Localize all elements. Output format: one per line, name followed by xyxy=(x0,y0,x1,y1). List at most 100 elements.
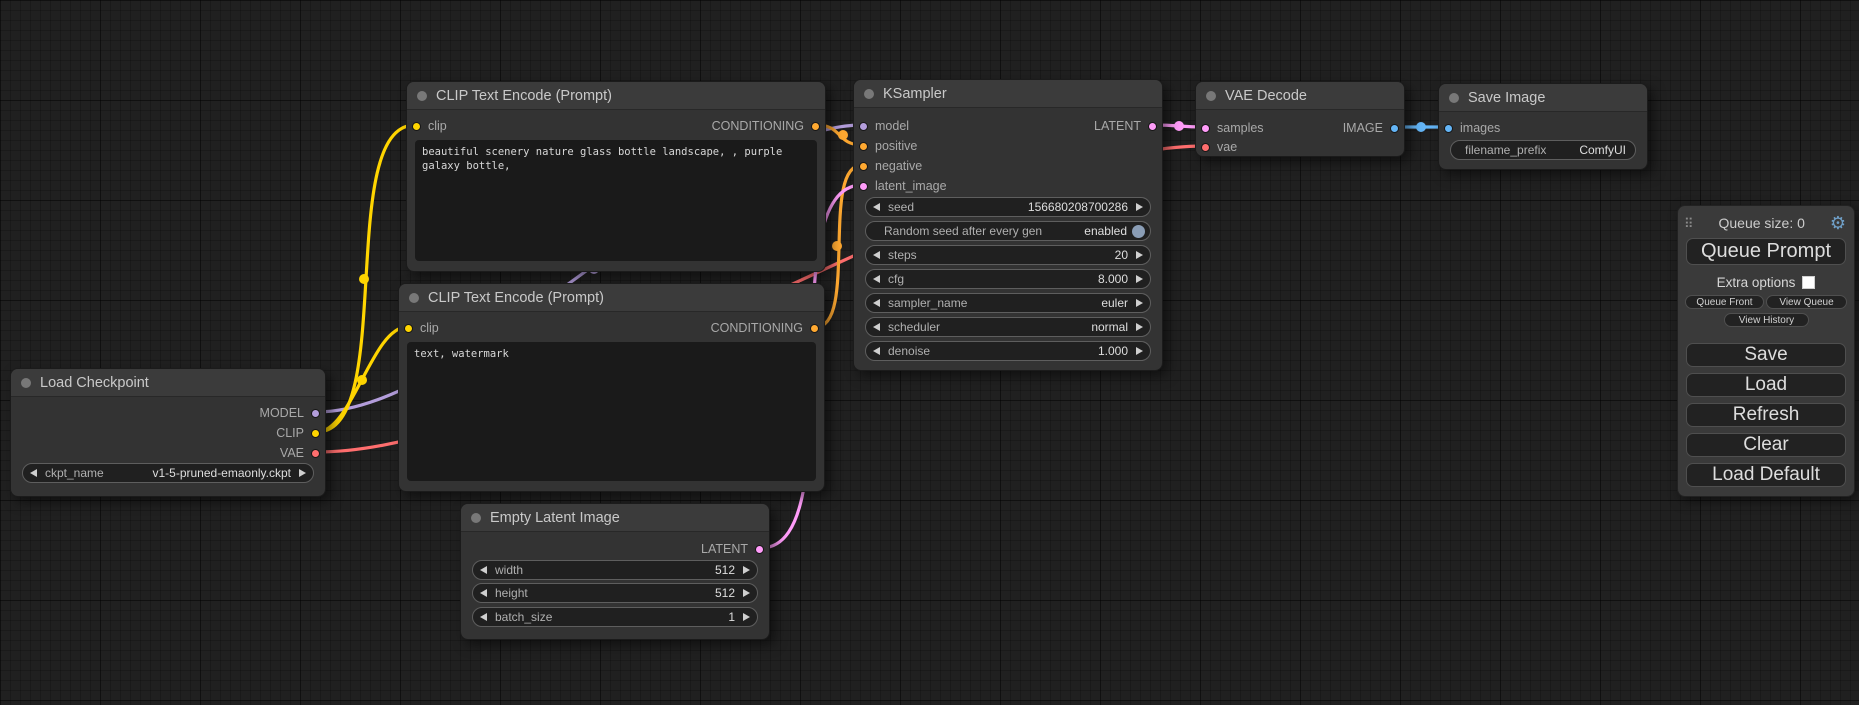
node-title-bar[interactable]: CLIP Text Encode (Prompt) xyxy=(399,284,824,312)
collapse-dot-icon[interactable] xyxy=(21,378,31,388)
node-empty-latent-image[interactable]: Empty Latent Image LATENT width 512 heig… xyxy=(460,503,770,640)
decrement-arrow-icon[interactable] xyxy=(873,275,880,283)
widget-value: 1 xyxy=(728,610,735,624)
node-clip-text-encode-negative[interactable]: CLIP Text Encode (Prompt) clip CONDITION… xyxy=(398,283,825,492)
output-port-conditioning[interactable] xyxy=(810,324,819,333)
view-queue-button[interactable]: View Queue xyxy=(1766,295,1847,309)
node-title-bar[interactable]: KSampler xyxy=(854,80,1162,108)
collapse-dot-icon[interactable] xyxy=(1449,93,1459,103)
link-midpoint-dot[interactable] xyxy=(359,274,369,284)
input-port-images[interactable] xyxy=(1444,124,1453,133)
node-title-bar[interactable]: VAE Decode xyxy=(1196,82,1404,110)
node-title: Empty Latent Image xyxy=(490,510,620,526)
output-port-model[interactable] xyxy=(311,409,320,418)
increment-arrow-icon[interactable] xyxy=(1136,203,1143,211)
scheduler-widget[interactable]: scheduler normal xyxy=(865,317,1151,337)
save-button[interactable]: Save xyxy=(1686,343,1846,367)
positive-prompt-textarea[interactable]: beautiful scenery nature glass bottle la… xyxy=(415,140,817,261)
input-port-negative[interactable] xyxy=(859,162,868,171)
output-port-clip[interactable] xyxy=(311,429,320,438)
decrement-arrow-icon[interactable] xyxy=(873,203,880,211)
node-title: Save Image xyxy=(1468,90,1545,106)
node-load-checkpoint[interactable]: Load Checkpoint MODEL CLIP VAE ckpt_name… xyxy=(10,368,326,497)
queue-prompt-button[interactable]: Queue Prompt xyxy=(1686,238,1846,265)
load-default-button[interactable]: Load Default xyxy=(1686,463,1846,487)
input-port-latent-image[interactable] xyxy=(859,182,868,191)
collapse-dot-icon[interactable] xyxy=(471,513,481,523)
decrement-arrow-icon[interactable] xyxy=(480,589,487,597)
input-port-samples[interactable] xyxy=(1201,124,1210,133)
random-seed-toggle-widget[interactable]: Random seed after every gen enabled xyxy=(865,221,1151,241)
output-port-conditioning[interactable] xyxy=(811,122,820,131)
input-port-clip[interactable] xyxy=(404,324,413,333)
output-port-vae[interactable] xyxy=(311,449,320,458)
node-title-bar[interactable]: Empty Latent Image xyxy=(461,504,769,532)
decrement-arrow-icon[interactable] xyxy=(873,299,880,307)
sampler-name-widget[interactable]: sampler_name euler xyxy=(865,293,1151,313)
decrement-arrow-icon[interactable] xyxy=(30,469,37,477)
extra-options-checkbox[interactable] xyxy=(1802,276,1815,289)
view-history-button[interactable]: View History xyxy=(1724,313,1809,327)
load-button[interactable]: Load xyxy=(1686,373,1846,397)
increment-arrow-icon[interactable] xyxy=(743,613,750,621)
output-port-latent[interactable] xyxy=(755,545,764,554)
increment-arrow-icon[interactable] xyxy=(299,469,306,477)
slot-label: clip xyxy=(420,321,439,335)
input-port-clip[interactable] xyxy=(412,122,421,131)
link-midpoint-dot[interactable] xyxy=(357,375,367,385)
filename-prefix-widget[interactable]: filename_prefix ComfyUI xyxy=(1450,140,1636,160)
gear-icon[interactable]: ⚙ xyxy=(1830,214,1846,232)
ckpt-name-widget[interactable]: ckpt_name v1-5-pruned-emaonly.ckpt xyxy=(22,463,314,483)
width-widget[interactable]: width 512 xyxy=(472,560,758,580)
increment-arrow-icon[interactable] xyxy=(743,589,750,597)
collapse-dot-icon[interactable] xyxy=(409,293,419,303)
increment-arrow-icon[interactable] xyxy=(1136,251,1143,259)
comfyui-graph-canvas[interactable]: Load Checkpoint MODEL CLIP VAE ckpt_name… xyxy=(0,0,1859,705)
slot-label: VAE xyxy=(280,446,304,460)
node-title-bar[interactable]: CLIP Text Encode (Prompt) xyxy=(407,82,825,110)
increment-arrow-icon[interactable] xyxy=(1136,275,1143,283)
input-port-positive[interactable] xyxy=(859,142,868,151)
decrement-arrow-icon[interactable] xyxy=(873,323,880,331)
queue-front-button[interactable]: Queue Front xyxy=(1685,295,1764,309)
collapse-dot-icon[interactable] xyxy=(1206,91,1216,101)
increment-arrow-icon[interactable] xyxy=(1136,299,1143,307)
seed-widget[interactable]: seed 156680208700286 xyxy=(865,197,1151,217)
collapse-dot-icon[interactable] xyxy=(417,91,427,101)
input-port-model[interactable] xyxy=(859,122,868,131)
node-title: VAE Decode xyxy=(1225,88,1307,104)
link-midpoint-dot[interactable] xyxy=(1174,121,1184,131)
batch-size-widget[interactable]: batch_size 1 xyxy=(472,607,758,627)
output-port-latent[interactable] xyxy=(1148,122,1157,131)
refresh-button[interactable]: Refresh xyxy=(1686,403,1846,427)
link-midpoint-dot[interactable] xyxy=(832,241,842,251)
output-port-image[interactable] xyxy=(1390,124,1399,133)
drag-handle-icon[interactable]: ⠿ xyxy=(1684,217,1694,230)
increment-arrow-icon[interactable] xyxy=(1136,323,1143,331)
collapse-dot-icon[interactable] xyxy=(864,89,874,99)
increment-arrow-icon[interactable] xyxy=(1136,347,1143,355)
link-midpoint-dot[interactable] xyxy=(1416,122,1426,132)
decrement-arrow-icon[interactable] xyxy=(873,251,880,259)
toggle-knob[interactable] xyxy=(1132,225,1145,238)
widget-name: steps xyxy=(888,248,1115,262)
negative-prompt-textarea[interactable]: text, watermark xyxy=(407,342,816,481)
input-port-vae[interactable] xyxy=(1201,143,1210,152)
increment-arrow-icon[interactable] xyxy=(743,566,750,574)
decrement-arrow-icon[interactable] xyxy=(480,566,487,574)
node-title-bar[interactable]: Load Checkpoint xyxy=(11,369,325,397)
node-title-bar[interactable]: Save Image xyxy=(1439,84,1647,112)
clear-button[interactable]: Clear xyxy=(1686,433,1846,457)
denoise-widget[interactable]: denoise 1.000 xyxy=(865,341,1151,361)
steps-widget[interactable]: steps 20 xyxy=(865,245,1151,265)
node-save-image[interactable]: Save Image images filename_prefix ComfyU… xyxy=(1438,83,1648,170)
node-ksampler[interactable]: KSampler model positive negative latent_… xyxy=(853,79,1163,371)
node-vae-decode[interactable]: VAE Decode samples vae IMAGE xyxy=(1195,81,1405,157)
height-widget[interactable]: height 512 xyxy=(472,583,758,603)
link-midpoint-dot[interactable] xyxy=(838,130,848,140)
cfg-widget[interactable]: cfg 8.000 xyxy=(865,269,1151,289)
decrement-arrow-icon[interactable] xyxy=(480,613,487,621)
node-title: CLIP Text Encode (Prompt) xyxy=(436,88,612,104)
decrement-arrow-icon[interactable] xyxy=(873,347,880,355)
node-clip-text-encode-positive[interactable]: CLIP Text Encode (Prompt) clip CONDITION… xyxy=(406,81,826,272)
